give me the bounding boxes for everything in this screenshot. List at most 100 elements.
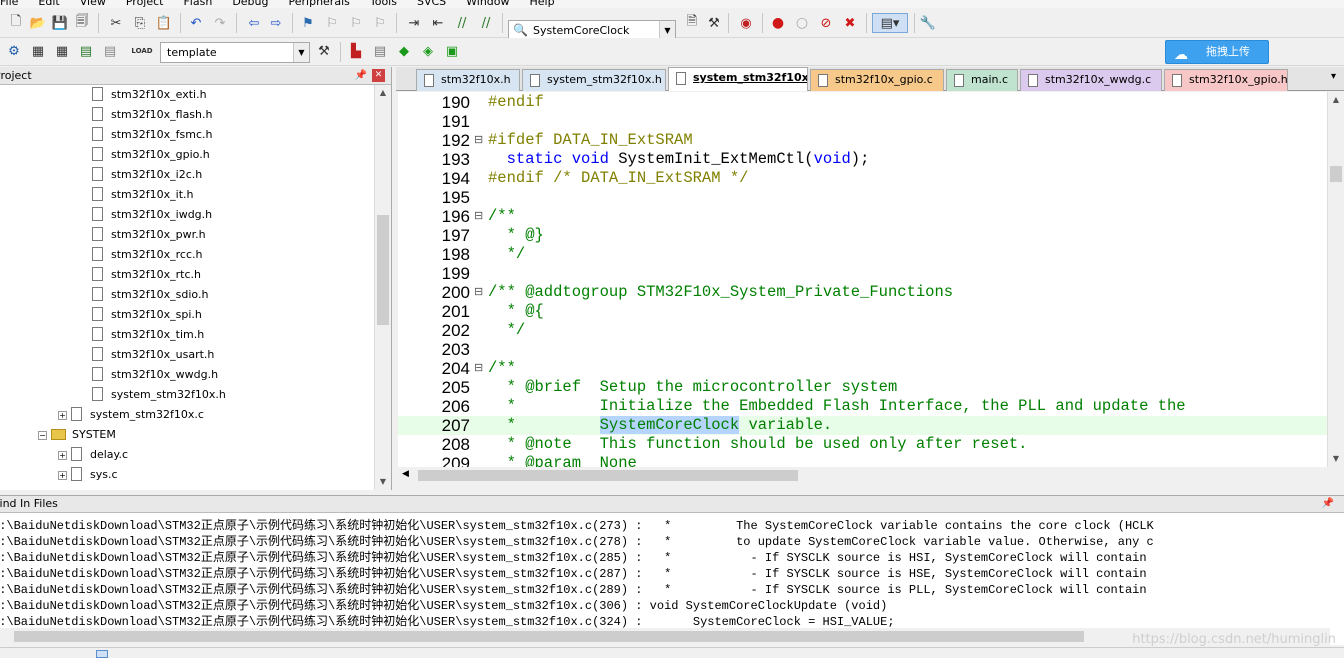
tree-item[interactable]: + system_stm32f10x.c — [58, 405, 204, 425]
tree-item[interactable]: − SYSTEM — [38, 425, 116, 445]
fold-marker[interactable]: ⊟ — [474, 131, 486, 150]
menu-item[interactable]: Project — [126, 0, 164, 7]
tree-item[interactable]: stm32f10x_wwdg.h — [92, 365, 218, 385]
close-icon[interactable]: ✕ — [372, 69, 385, 82]
menu-item[interactable]: View — [80, 0, 106, 7]
tree-item[interactable]: + delay.c — [58, 445, 128, 465]
menu-item[interactable]: Peripherals — [289, 0, 350, 7]
code-line[interactable]: 202 */ — [398, 321, 1344, 340]
disable-all-breakpoints-icon[interactable]: ⊘ — [816, 13, 836, 33]
cut-icon[interactable]: ✂ — [106, 13, 126, 33]
expand-icon[interactable]: + — [58, 450, 67, 460]
nav-forward-icon[interactable]: ⇨ — [266, 13, 286, 33]
disable-breakpoint-icon[interactable]: ○ — [792, 13, 812, 33]
tree-item[interactable]: system_stm32f10x.h — [92, 385, 226, 405]
tree-item[interactable]: stm32f10x_tim.h — [92, 325, 204, 345]
scroll-down-icon[interactable]: ▼ — [1328, 451, 1344, 467]
clear-bookmarks-icon[interactable]: ⚐ — [370, 13, 390, 33]
code-line[interactable]: 201 * @{ — [398, 302, 1344, 321]
code-line[interactable]: 203 — [398, 340, 1344, 359]
target-select[interactable]: template ▼ — [160, 42, 310, 63]
debug-search-icon[interactable]: ◉ — [736, 13, 756, 33]
tree-item[interactable]: stm32f10x_spi.h — [92, 305, 202, 325]
target-options-icon[interactable]: ⚒ — [314, 41, 334, 61]
redo-icon[interactable]: ↷ — [210, 13, 230, 33]
code-line[interactable]: 190 #endif — [398, 93, 1344, 112]
copy-icon[interactable]: ⎘ — [130, 13, 150, 33]
scroll-down-icon[interactable]: ▼ — [375, 474, 391, 490]
fold-marker[interactable]: ⊟ — [474, 207, 486, 226]
code-line[interactable]: 192 ⊟ #ifdef DATA_IN_ExtSRAM — [398, 131, 1344, 150]
bookmark-icon[interactable]: ⚑ — [298, 13, 318, 33]
new-file-icon[interactable]: 🗋 — [6, 13, 26, 33]
rebuild-icon[interactable]: ▦ — [52, 41, 72, 61]
configure-icon[interactable]: 🔧 — [918, 13, 938, 33]
code-line[interactable]: 193 static void SystemInit_ExtMemCtl(voi… — [398, 150, 1344, 169]
prev-bookmark-icon[interactable]: ⚐ — [322, 13, 342, 33]
scroll-left-icon[interactable]: ◀ — [402, 469, 409, 479]
tree-item[interactable]: stm32f10x_pwr.h — [92, 225, 206, 245]
tree-item[interactable]: stm32f10x_fsmc.h — [92, 125, 212, 145]
editor-vscrollbar[interactable]: ▲ ▼ — [1327, 92, 1344, 467]
collapse-icon[interactable]: − — [38, 430, 47, 440]
code-line[interactable]: 199 — [398, 264, 1344, 283]
run-time-env-icon[interactable]: ◆ — [394, 41, 414, 61]
expand-icon[interactable]: + — [58, 410, 67, 420]
chevron-down-icon[interactable]: ▼ — [293, 43, 309, 62]
editor-tab[interactable]: stm32f10x_gpio.h — [1164, 69, 1288, 91]
file-extensions-icon[interactable]: ▤ — [370, 41, 390, 61]
menu-item[interactable]: SVCS — [417, 0, 446, 7]
tree-item[interactable]: stm32f10x_sdio.h — [92, 285, 208, 305]
tree-item[interactable]: stm32f10x_flash.h — [92, 105, 212, 125]
tree-item[interactable]: stm32f10x_usart.h — [92, 345, 214, 365]
code-line[interactable]: 198 */ — [398, 245, 1344, 264]
editor-tab[interactable]: stm32f10x_wwdg.c — [1020, 69, 1162, 91]
code-line[interactable]: 204 ⊟/** — [398, 359, 1344, 378]
undo-icon[interactable]: ↶ — [186, 13, 206, 33]
code-line[interactable]: 209 * @param None — [398, 454, 1344, 467]
find-result-line[interactable]: F:\BaiduNetdiskDownload\STM32正点原子\示例代码练习… — [0, 582, 1147, 598]
tree-item[interactable]: + sys.c — [58, 465, 118, 485]
open-folder-icon[interactable]: 📂 — [28, 13, 48, 33]
breakpoint-icon[interactable]: ● — [768, 13, 788, 33]
menu-item[interactable]: Edit — [38, 0, 59, 7]
nav-back-icon[interactable]: ⇦ — [244, 13, 264, 33]
expand-icon[interactable]: + — [58, 470, 67, 480]
menu-item[interactable]: Debug — [232, 0, 268, 7]
find-result-line[interactable]: F:\BaiduNetdiskDownload\STM32正点原子\示例代码练习… — [0, 598, 887, 614]
editor-hscrollbar[interactable]: ◀ — [398, 467, 1327, 484]
find-result-line[interactable]: F:\BaiduNetdiskDownload\STM32正点原子\示例代码练习… — [0, 550, 1147, 566]
tree-item[interactable]: stm32f10x_iwdg.h — [92, 205, 212, 225]
menu-item[interactable]: Help — [530, 0, 555, 7]
editor-tab[interactable]: system_stm32f10x.c* — [668, 67, 808, 91]
editor-tab[interactable]: system_stm32f10x.h — [522, 69, 666, 91]
project-scrollbar[interactable]: ▲ ▼ — [374, 85, 391, 490]
find-result-line[interactable]: F:\BaiduNetdiskDownload\STM32正点原子\示例代码练习… — [0, 518, 1154, 534]
select-pack-icon[interactable]: ▣ — [442, 41, 462, 61]
menu-item[interactable]: Window — [466, 0, 509, 7]
tree-item[interactable]: stm32f10x_it.h — [92, 185, 193, 205]
code-line[interactable]: 205 * @brief Setup the microcontroller s… — [398, 378, 1344, 397]
tree-item[interactable]: stm32f10x_gpio.h — [92, 145, 210, 165]
tree-item[interactable]: stm32f10x_i2c.h — [92, 165, 202, 185]
find-result-line[interactable]: F:\BaiduNetdiskDownload\STM32正点原子\示例代码练习… — [0, 534, 1154, 550]
fold-marker[interactable]: ⊟ — [474, 283, 486, 302]
paste-icon[interactable]: 📋 — [154, 13, 174, 33]
editor-tab[interactable]: stm32f10x.h — [416, 69, 520, 91]
code-line[interactable]: 196 ⊟/** — [398, 207, 1344, 226]
pin-icon[interactable]: 📌 — [355, 67, 367, 84]
code-line[interactable]: 194 #endif /* DATA_IN_ExtSRAM */ — [398, 169, 1344, 188]
build-icon[interactable]: ▦ — [28, 41, 48, 61]
next-bookmark-icon[interactable]: ⚐ — [346, 13, 366, 33]
tree-item[interactable]: stm32f10x_rtc.h — [92, 265, 201, 285]
tree-item[interactable]: stm32f10x_exti.h — [92, 85, 207, 105]
code-line[interactable]: 191 — [398, 112, 1344, 131]
translate-icon[interactable]: ⚙ — [4, 41, 24, 61]
scroll-up-icon[interactable]: ▲ — [1328, 92, 1344, 108]
batch-build-icon[interactable]: ▤ — [76, 41, 96, 61]
editor-tab[interactable]: main.c — [946, 69, 1018, 91]
code-line[interactable]: 208 * @note This function should be used… — [398, 435, 1344, 454]
load-icon[interactable]: LOAD — [131, 41, 152, 61]
find-hscrollbar[interactable] — [0, 628, 1330, 645]
code-line[interactable]: 195 — [398, 188, 1344, 207]
